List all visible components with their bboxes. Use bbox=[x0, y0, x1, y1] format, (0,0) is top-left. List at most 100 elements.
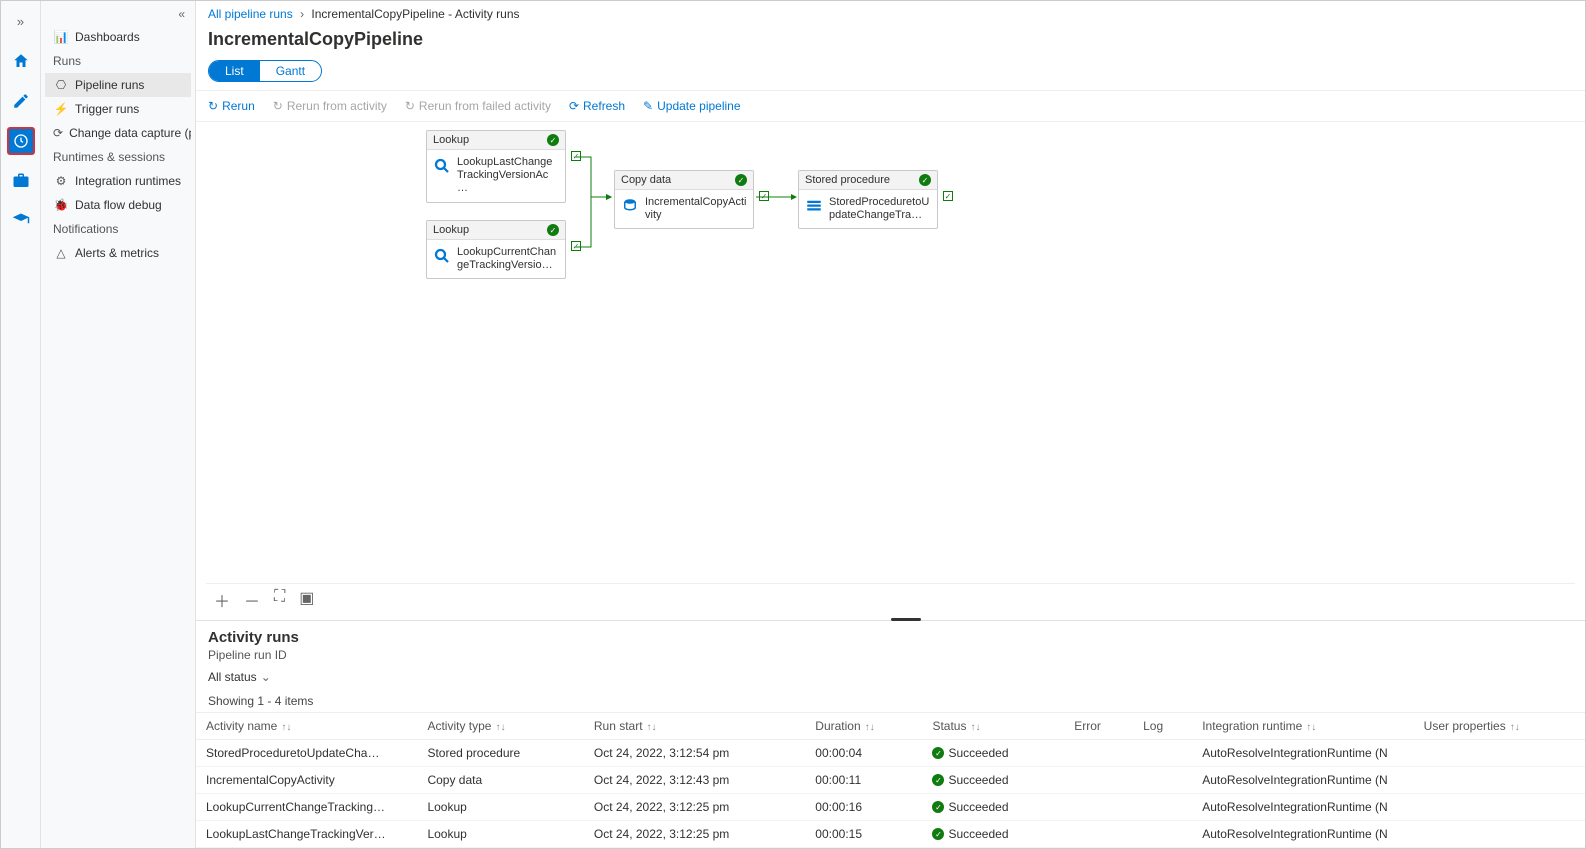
zoom-out-icon[interactable]: － bbox=[244, 588, 260, 612]
rerun-failed-icon: ↻ bbox=[405, 99, 415, 113]
home-icon[interactable] bbox=[7, 47, 35, 75]
canvas-divider bbox=[206, 583, 1575, 584]
col-status[interactable]: Status↑↓ bbox=[922, 713, 1064, 740]
success-icon: ✓ bbox=[547, 224, 559, 236]
cell-activity-type: Stored procedure bbox=[417, 740, 583, 767]
lookup-icon bbox=[433, 246, 451, 266]
sidebar-item-label: Data flow debug bbox=[75, 198, 162, 212]
node-stored-procedure[interactable]: Stored procedure✓ StoredProceduretoUpdat… bbox=[798, 170, 938, 229]
breadcrumb-root[interactable]: All pipeline runs bbox=[208, 7, 293, 21]
sidebar-item-trigger-runs[interactable]: ⚡ Trigger runs bbox=[45, 97, 191, 121]
cell-activity-name: LookupCurrentChangeTracking… bbox=[196, 794, 417, 821]
cell-log bbox=[1133, 767, 1192, 794]
node-title: LookupCurrentChangeTrackingVersio… bbox=[457, 246, 559, 272]
cell-duration: 00:00:04 bbox=[805, 740, 922, 767]
fit-icon[interactable]: ⛶ bbox=[274, 588, 285, 612]
cell-user-properties bbox=[1414, 794, 1585, 821]
success-icon: ✓ bbox=[919, 174, 931, 186]
tab-gantt[interactable]: Gantt bbox=[260, 61, 321, 81]
cell-error bbox=[1064, 767, 1133, 794]
icon-rail: » bbox=[1, 1, 41, 848]
cell-run-start: Oct 24, 2022, 3:12:25 pm bbox=[584, 794, 805, 821]
refresh-icon: ⟳ bbox=[569, 99, 579, 113]
zoom-in-icon[interactable]: ＋ bbox=[214, 588, 230, 612]
chevron-down-icon: ⌄ bbox=[261, 670, 271, 684]
cell-status: ✓Succeeded bbox=[922, 794, 1064, 821]
cell-status: ✓Succeeded bbox=[922, 767, 1064, 794]
cell-user-properties bbox=[1414, 821, 1585, 848]
rerun-button[interactable]: ↻ Rerun bbox=[208, 99, 255, 113]
status-filter[interactable]: All status ⌄ bbox=[208, 670, 271, 684]
col-activity-name[interactable]: Activity name↑↓ bbox=[196, 713, 417, 740]
sort-icon: ↑↓ bbox=[1306, 722, 1316, 733]
cell-activity-name: IncrementalCopyActivity bbox=[196, 767, 417, 794]
sidebar-item-alerts[interactable]: △ Alerts & metrics bbox=[45, 241, 191, 265]
sidebar-item-cdc[interactable]: ⟳ Change data capture (previ… bbox=[45, 121, 191, 145]
col-duration[interactable]: Duration↑↓ bbox=[805, 713, 922, 740]
sidebar-item-pipeline-runs[interactable]: ⎔ Pipeline runs bbox=[45, 73, 191, 97]
col-user-properties[interactable]: User properties↑↓ bbox=[1414, 713, 1585, 740]
sidebar-item-integration-runtimes[interactable]: ⚙ Integration runtimes bbox=[45, 169, 191, 193]
breadcrumb: All pipeline runs › IncrementalCopyPipel… bbox=[196, 1, 1585, 27]
pencil-icon[interactable] bbox=[7, 87, 35, 115]
col-run-start[interactable]: Run start↑↓ bbox=[584, 713, 805, 740]
success-check-icon: ✓ bbox=[571, 241, 581, 251]
learn-icon[interactable] bbox=[7, 207, 35, 235]
node-lookup-last[interactable]: Lookup✓ LookupLastChangeTrackingVersionA… bbox=[426, 130, 566, 203]
success-icon: ✓ bbox=[932, 828, 944, 840]
success-check-icon: ✓ bbox=[943, 191, 953, 201]
view-toggle: List Gantt bbox=[208, 60, 322, 82]
sidebar-item-dashboards[interactable]: 📊 Dashboards bbox=[45, 25, 191, 49]
activity-runs-table: Activity name↑↓ Activity type↑↓ Run star… bbox=[196, 712, 1585, 848]
col-label: Error bbox=[1074, 719, 1101, 733]
table-row[interactable]: LookupCurrentChangeTracking…LookupOct 24… bbox=[196, 794, 1585, 821]
table-row[interactable]: StoredProceduretoUpdateCha…Stored proced… bbox=[196, 740, 1585, 767]
pipeline-canvas[interactable]: Lookup✓ LookupLastChangeTrackingVersionA… bbox=[196, 122, 1585, 620]
node-lookup-current[interactable]: Lookup ✓ LookupCurrentChangeTrackingVersi… bbox=[426, 220, 566, 279]
monitor-icon[interactable] bbox=[7, 127, 35, 155]
success-icon: ✓ bbox=[547, 134, 559, 146]
breadcrumb-current: IncrementalCopyPipeline - Activity runs bbox=[311, 7, 519, 21]
refresh-button[interactable]: ⟳ Refresh bbox=[569, 99, 625, 113]
rerun-from-activity-button[interactable]: ↻ Rerun from activity bbox=[273, 99, 387, 113]
reset-icon[interactable]: ▣ bbox=[299, 588, 314, 612]
runtime-icon: ⚙ bbox=[53, 174, 69, 188]
rerun-from-failed-button[interactable]: ↻ Rerun from failed activity bbox=[405, 99, 551, 113]
panel-title: Activity runs bbox=[208, 629, 1573, 646]
col-integration-runtime[interactable]: Integration runtime↑↓ bbox=[1192, 713, 1413, 740]
cell-user-properties bbox=[1414, 767, 1585, 794]
cell-duration: 00:00:16 bbox=[805, 794, 922, 821]
cell-error bbox=[1064, 740, 1133, 767]
cell identintegration-runtime: AutoResolveIntegrationRuntime (N bbox=[1192, 740, 1413, 767]
resize-handle[interactable] bbox=[891, 618, 921, 621]
rail-expand-icon[interactable]: » bbox=[7, 7, 35, 35]
success-icon: ✓ bbox=[932, 747, 944, 759]
collapse-icon[interactable]: « bbox=[45, 7, 191, 25]
table-row[interactable]: LookupLastChangeTrackingVer…LookupOct 24… bbox=[196, 821, 1585, 848]
sort-icon: ↑↓ bbox=[865, 722, 875, 733]
cell-error bbox=[1064, 794, 1133, 821]
col-error[interactable]: Error bbox=[1064, 713, 1133, 740]
cell-activity-name: LookupLastChangeTrackingVer… bbox=[196, 821, 417, 848]
sort-icon: ↑↓ bbox=[647, 722, 657, 733]
sort-icon: ↑↓ bbox=[970, 722, 980, 733]
toolbox-icon[interactable] bbox=[7, 167, 35, 195]
status-filter-label: All status bbox=[208, 670, 257, 684]
node-title: IncrementalCopyActivity bbox=[645, 196, 747, 222]
debug-icon: 🐞 bbox=[53, 198, 69, 212]
cell-duration: 00:00:11 bbox=[805, 767, 922, 794]
rerun-label: Rerun bbox=[222, 99, 255, 113]
node-kind: Lookup bbox=[433, 224, 469, 236]
tab-list[interactable]: List bbox=[209, 61, 260, 81]
rerun-activity-icon: ↻ bbox=[273, 99, 283, 113]
update-pipeline-button[interactable]: ✎ Update pipeline bbox=[643, 99, 740, 113]
sidebar-header-runtimes: Runtimes & sessions bbox=[45, 145, 191, 169]
success-check-icon: ✓ bbox=[571, 151, 581, 161]
col-log[interactable]: Log bbox=[1133, 713, 1192, 740]
col-label: Activity type bbox=[427, 719, 491, 733]
sidebar-header-runs: Runs bbox=[45, 49, 191, 73]
col-activity-type[interactable]: Activity type↑↓ bbox=[417, 713, 583, 740]
table-row[interactable]: IncrementalCopyActivityCopy dataOct 24, … bbox=[196, 767, 1585, 794]
sidebar-item-data-flow-debug[interactable]: 🐞 Data flow debug bbox=[45, 193, 191, 217]
node-copy-data[interactable]: Copy data✓ IncrementalCopyActivity bbox=[614, 170, 754, 229]
